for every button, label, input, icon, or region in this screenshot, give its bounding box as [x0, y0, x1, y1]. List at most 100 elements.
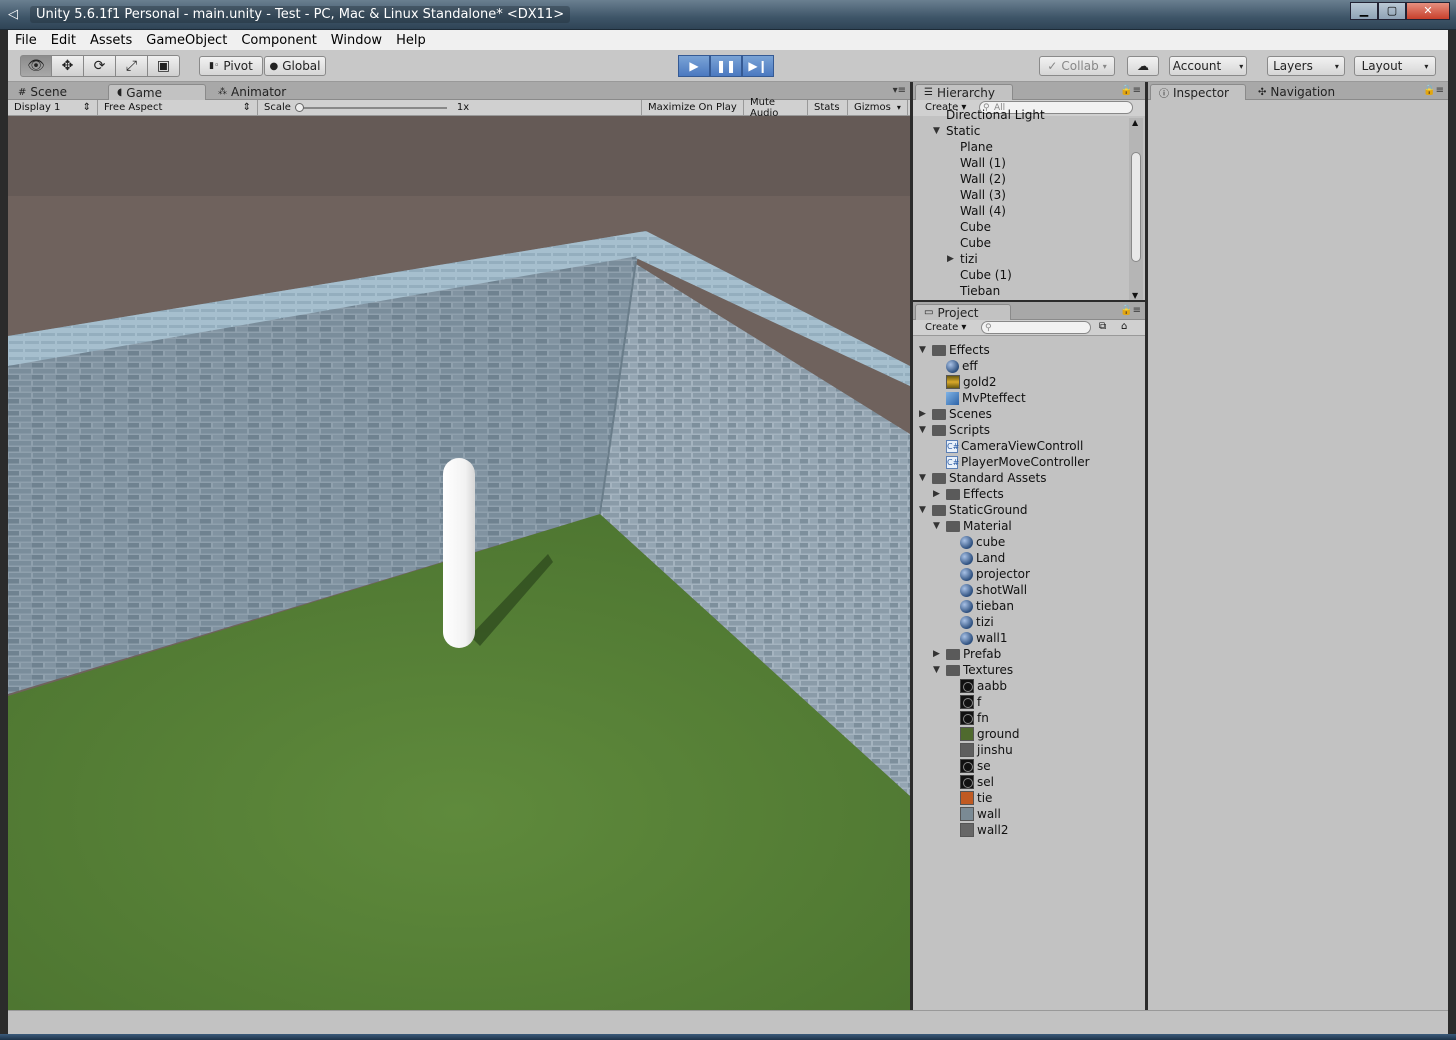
lock-icon[interactable]: 🔒≡	[1120, 85, 1141, 96]
collapse-arrow-icon[interactable]: ▶	[947, 254, 957, 264]
project-search-input[interactable]: ⚲	[981, 321, 1091, 334]
scale-slider[interactable]	[294, 102, 447, 112]
tab-hierarchy[interactable]: ☰ Hierarchy	[915, 84, 1013, 100]
hierarchy-item[interactable]: Wall (2)	[947, 171, 1006, 187]
aspect-select[interactable]: Free Aspect ⇕	[98, 99, 258, 116]
project-folder[interactable]: ▶ Prefab	[933, 646, 1001, 662]
project-folder[interactable]: ▼ StaticGround	[919, 502, 1027, 518]
project-folder[interactable]: ▶ Scenes	[919, 406, 992, 422]
rotate-icon[interactable]: ⟳	[84, 55, 116, 77]
project-folder[interactable]: ▶ Effects	[933, 486, 1004, 502]
cloud-button[interactable]: ☁	[1127, 56, 1159, 76]
project-asset[interactable]: C# CameraViewControll	[933, 438, 1083, 454]
project-asset[interactable]: eff	[933, 358, 978, 374]
hierarchy-item[interactable]: ▼ Static	[933, 123, 980, 139]
scale-icon[interactable]: ⤢	[116, 55, 148, 77]
filter-type-icon[interactable]: ⧉	[1099, 321, 1106, 332]
project-asset[interactable]: sel	[947, 774, 994, 790]
menu-component[interactable]: Component	[234, 33, 323, 48]
hierarchy-item[interactable]: Tieban	[947, 283, 1000, 299]
hierarchy-item[interactable]: Directional Light	[933, 107, 1045, 123]
project-asset[interactable]: fn	[947, 710, 989, 726]
close-button[interactable]: ✕	[1406, 2, 1450, 20]
scroll-down-icon[interactable]: ▼	[1132, 291, 1138, 300]
hierarchy-item[interactable]: ▶ tizi	[947, 251, 978, 267]
tab-inspector[interactable]: ⓘ Inspector	[1150, 84, 1246, 100]
tab-navigation[interactable]: ✣ Navigation	[1250, 84, 1343, 100]
hierarchy-item[interactable]: Wall (4)	[947, 203, 1006, 219]
hierarchy-item[interactable]: Wall (1)	[947, 155, 1006, 171]
project-folder[interactable]: ▼ Effects	[919, 342, 990, 358]
mute-audio-toggle[interactable]: Mute Audio	[744, 97, 808, 119]
project-asset[interactable]: MvPteffect	[933, 390, 1026, 406]
tab-scene[interactable]: # Scene	[10, 84, 75, 100]
hierarchy-item[interactable]: Cube	[947, 235, 991, 251]
minimize-button[interactable]: ▁	[1350, 2, 1378, 20]
project-folder[interactable]: ▼ Material	[933, 518, 1012, 534]
scrollbar-thumb[interactable]	[1131, 152, 1141, 262]
rect-icon[interactable]: ▣	[148, 55, 180, 77]
project-folder[interactable]: ▼ Textures	[933, 662, 1013, 678]
scroll-up-icon[interactable]: ▲	[1132, 118, 1138, 127]
lock-icon[interactable]: 🔒≡	[1120, 305, 1141, 316]
game-viewport[interactable]	[8, 116, 910, 1010]
expand-arrow-icon[interactable]: ▼	[933, 665, 943, 675]
lock-icon[interactable]: 🔒≡	[1423, 85, 1444, 96]
hierarchy-item[interactable]: Wall (3)	[947, 187, 1006, 203]
menu-gameobject[interactable]: GameObject	[139, 33, 234, 48]
project-asset[interactable]: Land	[947, 550, 1005, 566]
account-dropdown[interactable]: Account ▾	[1169, 56, 1247, 76]
project-asset[interactable]: wall	[947, 806, 1001, 822]
tab-animator[interactable]: ⁂ Animator	[210, 84, 294, 100]
hierarchy-item[interactable]: Plane	[947, 139, 993, 155]
menu-assets[interactable]: Assets	[83, 33, 139, 48]
project-folder[interactable]: ▼ Standard Assets	[919, 470, 1046, 486]
menu-file[interactable]: File	[8, 33, 44, 48]
project-asset[interactable]: tieban	[947, 598, 1014, 614]
layout-dropdown[interactable]: Layout ▾	[1354, 56, 1436, 76]
collapse-arrow-icon[interactable]: ▶	[933, 649, 943, 659]
maximize-button[interactable]: ▢	[1378, 2, 1406, 20]
project-asset[interactable]: ground	[947, 726, 1019, 742]
stats-toggle[interactable]: Stats	[808, 99, 848, 116]
project-asset[interactable]: wall2	[947, 822, 1008, 838]
expand-arrow-icon[interactable]: ▼	[919, 345, 929, 355]
project-asset[interactable]: tizi	[947, 614, 994, 630]
project-asset[interactable]: C# PlayerMoveController	[933, 454, 1090, 470]
display-select[interactable]: Display 1 ⇕	[8, 99, 98, 116]
project-asset[interactable]: shotWall	[947, 582, 1027, 598]
pause-button[interactable]: ❚❚	[710, 55, 742, 77]
expand-arrow-icon[interactable]: ▼	[933, 126, 943, 136]
collab-button[interactable]: ✓ Collab ▾	[1039, 56, 1115, 76]
global-button[interactable]: ● Global	[264, 56, 326, 76]
hierarchy-item[interactable]: Cube	[947, 219, 991, 235]
project-create-button[interactable]: Create ▾	[925, 322, 966, 333]
menu-help[interactable]: Help	[389, 33, 433, 48]
maximize-on-play-toggle[interactable]: Maximize On Play	[642, 99, 744, 116]
layers-dropdown[interactable]: Layers ▾	[1267, 56, 1345, 76]
project-asset[interactable]: projector	[947, 566, 1030, 582]
menu-edit[interactable]: Edit	[44, 33, 83, 48]
menu-window[interactable]: Window	[324, 33, 389, 48]
panel-menu-icon[interactable]: ▾≡	[893, 85, 906, 96]
play-button[interactable]: ▶	[678, 55, 710, 77]
expand-arrow-icon[interactable]: ▼	[919, 425, 929, 435]
hierarchy-item[interactable]: Cube (1)	[947, 267, 1012, 283]
project-asset[interactable]: tie	[947, 790, 992, 806]
project-asset[interactable]: se	[947, 758, 991, 774]
project-asset[interactable]: gold2	[933, 374, 997, 390]
hierarchy-scrollbar[interactable]: ▲ ▼	[1129, 118, 1143, 300]
hand-icon[interactable]: 👁	[20, 55, 52, 77]
project-asset[interactable]: cube	[947, 534, 1005, 550]
step-button[interactable]: ▶❙	[742, 55, 774, 77]
scale-slider-handle[interactable]	[294, 102, 304, 112]
expand-arrow-icon[interactable]: ▼	[919, 505, 929, 515]
expand-arrow-icon[interactable]: ▼	[933, 521, 943, 531]
project-asset[interactable]: f	[947, 694, 981, 710]
tab-game[interactable]: ◖ Game	[108, 84, 206, 100]
pivot-button[interactable]: ▮◦ Pivot	[199, 56, 263, 76]
project-folder[interactable]: ▼ Scripts	[919, 422, 990, 438]
project-asset[interactable]: aabb	[947, 678, 1007, 694]
project-asset[interactable]: wall1	[947, 630, 1007, 646]
collapse-arrow-icon[interactable]: ▶	[919, 409, 929, 419]
